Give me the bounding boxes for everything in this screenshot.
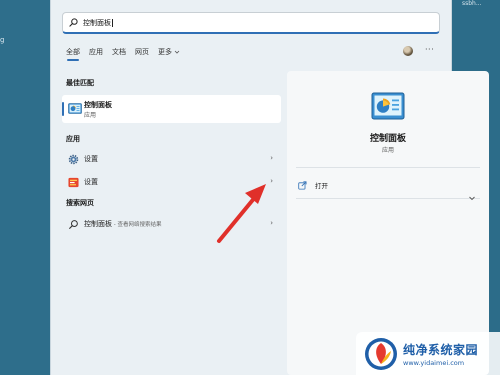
control-panel-icon [68, 103, 82, 114]
best-match-title: 控制面板 [84, 101, 112, 109]
tab-all[interactable]: 全部 [66, 47, 80, 61]
web-result-label: 控制面板 - 查看网络搜索结果 [84, 220, 162, 228]
chevron-down-icon [174, 50, 180, 54]
watermark-brand: 纯净系统家园 [403, 342, 479, 357]
tab-documents[interactable]: 文档 [112, 47, 126, 61]
detail-pane: 控制面板 应用 打开 [287, 71, 489, 375]
more-options-button[interactable]: ··· [425, 45, 434, 54]
tab-more-label: 更多 [158, 48, 172, 56]
settings-toolbox-icon [68, 177, 79, 188]
settings-gear-icon [68, 154, 79, 165]
app-result-label: 设置 [84, 155, 98, 163]
chevron-right-icon: › [270, 154, 273, 162]
control-panel-icon [371, 92, 405, 120]
desktop-label-right: ssbh... [462, 0, 482, 7]
tab-more[interactable]: 更多 [158, 47, 180, 61]
search-input[interactable]: 控制面板 [62, 12, 440, 34]
app-result-label: 设置 [84, 178, 98, 186]
open-button[interactable]: 打开 [298, 178, 478, 192]
app-result-settings-2[interactable]: 设置 › [62, 173, 281, 191]
start-search-panel: 控制面板 全部 应用 文档 网页 更多 ··· 最佳匹配 控制面板 应用 应用 [50, 0, 489, 375]
search-icon [69, 220, 78, 229]
desktop-background-left [0, 0, 50, 375]
tab-apps[interactable]: 应用 [89, 47, 103, 61]
open-external-icon [298, 180, 307, 190]
chevron-right-icon: › [270, 219, 273, 227]
desktop-label-left: g [0, 36, 5, 44]
detail-subtitle: 应用 [381, 147, 394, 154]
watermark: 纯净系统家园 www.yidaimei.com [356, 332, 500, 375]
search-query-text: 控制面板 [83, 18, 113, 27]
watermark-text: 纯净系统家园 www.yidaimei.com [403, 341, 478, 367]
filter-tabs: 全部 应用 文档 网页 更多 [66, 47, 180, 61]
search-icon [69, 18, 78, 27]
section-title-apps: 应用 [66, 135, 80, 143]
app-result-settings[interactable]: 设置 › [62, 150, 281, 168]
tab-web[interactable]: 网页 [135, 47, 149, 61]
chevron-down-icon[interactable] [468, 194, 476, 202]
divider [296, 198, 480, 199]
chevron-right-icon: › [270, 177, 273, 185]
watermark-url: www.yidaimei.com [403, 358, 465, 367]
open-label: 打开 [315, 182, 328, 190]
detail-title: 控制面板 [369, 134, 406, 144]
section-title-web: 搜索网页 [66, 199, 94, 207]
best-match-subtitle: 应用 [84, 112, 97, 119]
section-title-best-match: 最佳匹配 [66, 79, 94, 87]
brand-logo-icon [365, 337, 397, 370]
avatar[interactable] [403, 46, 413, 56]
divider [296, 167, 480, 168]
web-result-control-panel[interactable]: 控制面板 - 查看网络搜索结果 › [62, 215, 281, 233]
selection-indicator [62, 102, 64, 116]
best-match-control-panel[interactable]: 控制面板 应用 [62, 95, 281, 123]
